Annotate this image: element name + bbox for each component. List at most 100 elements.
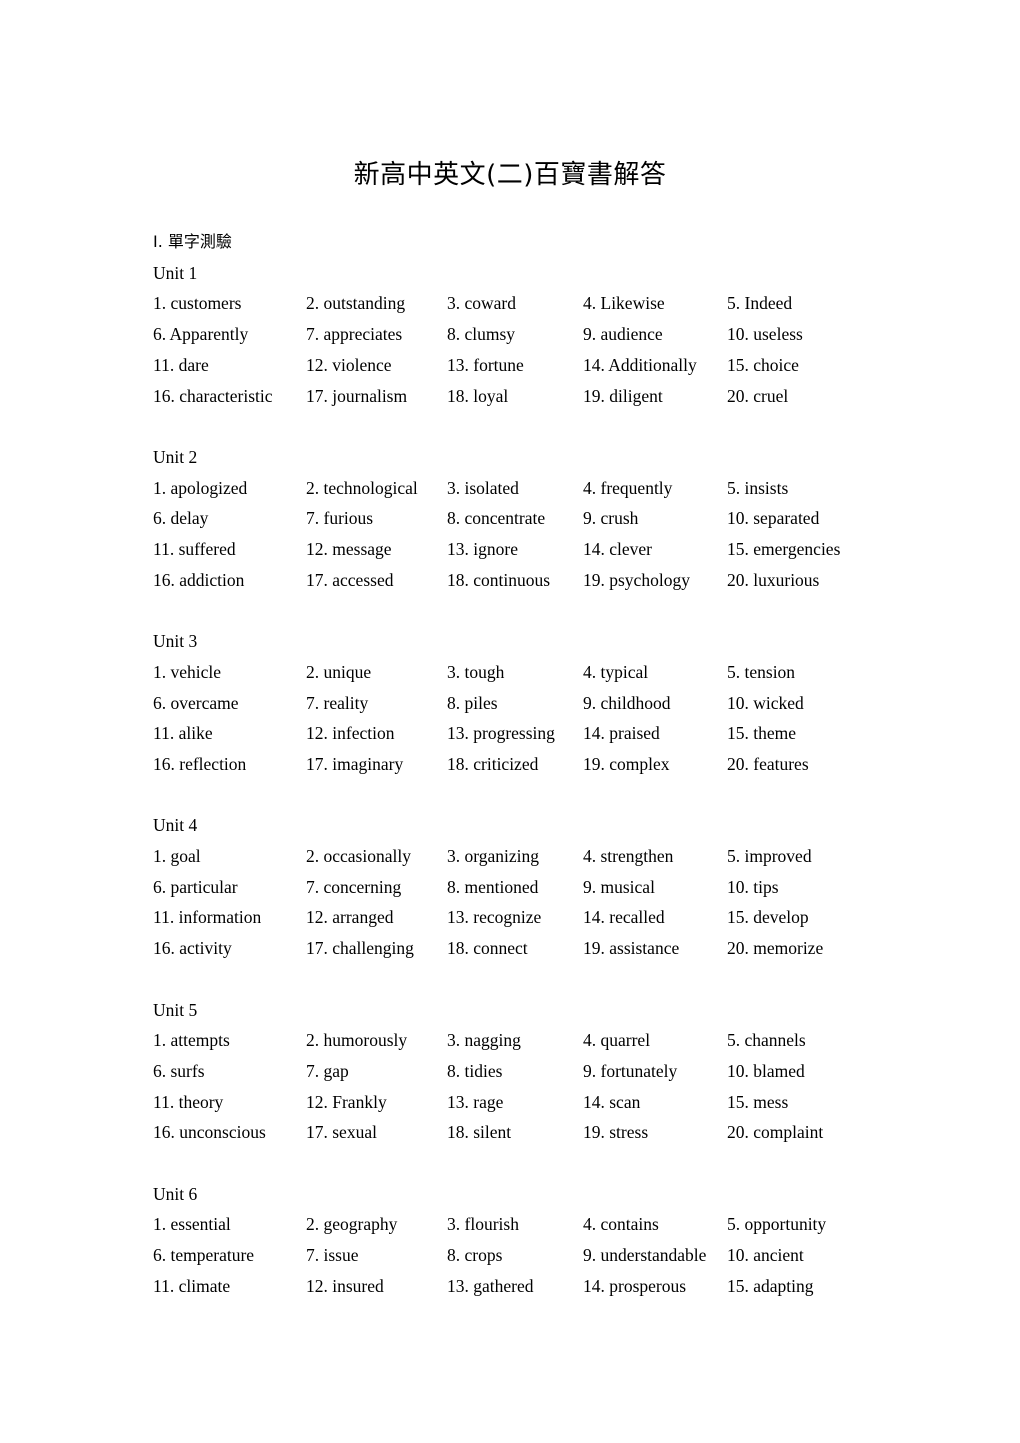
answer-item: 18. silent [447, 1122, 512, 1143]
answer-item: 4. contains [583, 1214, 659, 1235]
answer-row: 6. delay 7. furious 8. concentrate 9. crush… [153, 503, 953, 534]
answer-item: 2. outstanding [306, 293, 406, 314]
answer-item: 14. praised [583, 723, 660, 744]
answer-item: 2. geography [306, 1214, 398, 1235]
unit-spacer [153, 780, 953, 811]
answer-item: 8. clumsy [447, 324, 516, 345]
answer-item: 12. message [306, 539, 392, 560]
answer-item: 17. accessed [306, 569, 394, 590]
answer-item: 8. tidies [447, 1060, 503, 1081]
unit-title: Unit 5 [153, 999, 198, 1020]
answer-item: 3. organizing [447, 846, 540, 867]
answer-row: 6. particular 7. concerning 8. mentioned 9.… [153, 872, 953, 903]
answer-item: 4. quarrel [583, 1030, 651, 1051]
answer-item: 11. dare [153, 354, 209, 375]
answer-item: 15. develop [727, 907, 809, 928]
answer-item: 19. stress [583, 1122, 649, 1143]
answer-row: 1. apologized 2. technological 3. isolated… [153, 473, 953, 504]
answer-item: 7. issue [306, 1245, 359, 1266]
answer-item: 20. cruel [727, 385, 789, 406]
answer-item: 17. imaginary [306, 753, 404, 774]
answer-item: 2. occasionally [306, 846, 411, 867]
answer-row: 1. essential 2. geography 3. flourish 4. co… [153, 1209, 953, 1240]
answer-item: 6. delay [153, 508, 209, 529]
section-heading: I. 單字測驗 [153, 226, 953, 258]
answer-row: 16. unconscious 17. sexual 18. silent 19. s… [153, 1117, 953, 1148]
answer-item: 18. loyal [447, 385, 509, 406]
answer-item: 1. apologized [153, 477, 248, 498]
answer-item: 16. characteristic [153, 385, 273, 406]
answer-item: 1. customers [153, 293, 242, 314]
document-body: I. 單字測驗 Unit 1 1. customers 2. outstanding… [153, 226, 953, 1302]
answer-item: 13. progressing [447, 723, 555, 744]
answer-item: 8. mentioned [447, 876, 539, 897]
answer-row: 1. attempts 2. humorously 3. nagging 4. qua… [153, 1025, 953, 1056]
answer-item: 14. prosperous [583, 1275, 687, 1296]
answer-row: 1. customers 2. outstanding 3. coward 4. Li… [153, 288, 953, 319]
unit-spacer [153, 964, 953, 995]
unit-block: Unit 2 1. apologized 2. technological 3. is… [153, 442, 953, 596]
answer-item: 5. insists [727, 477, 789, 498]
answer-item: 4. Likewise [583, 293, 665, 314]
answer-item: 19. diligent [583, 385, 663, 406]
answer-item: 17. journalism [306, 385, 408, 406]
unit-spacer [153, 1148, 953, 1179]
answer-item: 9. audience [583, 324, 663, 345]
unit-block: Unit 3 1. vehicle 2. unique 3. tough 4. typi… [153, 626, 953, 780]
answer-row: 11. theory 12. Frankly 13. rage 14. scan 15.… [153, 1087, 953, 1118]
answer-item: 9. childhood [583, 692, 671, 713]
answer-item: 6. Apparently [153, 324, 249, 345]
answer-item: 3. coward [447, 293, 517, 314]
answer-item: 9. fortunately [583, 1060, 678, 1081]
answer-item: 4. frequently [583, 477, 673, 498]
answer-item: 10. useless [727, 324, 803, 345]
answer-item: 11. suffered [153, 539, 236, 560]
answer-row: 16. addiction 17. accessed 18. continuous 1… [153, 565, 953, 596]
answer-item: 8. concentrate [447, 508, 546, 529]
answer-item: 20. memorize [727, 938, 824, 959]
answer-item: 15. theme [727, 723, 797, 744]
answer-item: 12. insured [306, 1275, 384, 1296]
answer-item: 11. theory [153, 1091, 224, 1112]
answer-item: 2. technological [306, 477, 418, 498]
unit-title: Unit 3 [153, 631, 198, 652]
answer-item: 10. wicked [727, 692, 804, 713]
unit-spacer [153, 411, 953, 442]
answer-item: 11. climate [153, 1275, 231, 1296]
unit-spacer [153, 595, 953, 626]
answer-item: 16. unconscious [153, 1122, 266, 1143]
unit-block: Unit 4 1. goal 2. occasionally 3. organizin… [153, 810, 953, 964]
answer-row: 16. activity 17. challenging 18. connect 19… [153, 933, 953, 964]
answer-item: 3. tough [447, 661, 505, 682]
answer-item: 6. overcame [153, 692, 239, 713]
answer-item: 12. violence [306, 354, 392, 375]
answer-item: 3. nagging [447, 1030, 521, 1051]
answer-row: 11. information 12. arranged 13. recognize… [153, 902, 953, 933]
answer-item: 10. separated [727, 508, 820, 529]
unit-title: Unit 1 [153, 262, 198, 283]
answer-item: 12. Frankly [306, 1091, 387, 1112]
answer-item: 14. scan [583, 1091, 641, 1112]
answer-item: 10. ancient [727, 1245, 804, 1266]
answer-item: 3. isolated [447, 477, 519, 498]
unit-block: Unit 1 1. customers 2. outstanding 3. cowar… [153, 258, 953, 412]
page-title: 新高中英文(二)百寶書解答 [353, 160, 667, 190]
answer-row: 1. goal 2. occasionally 3. organizing 4. st… [153, 841, 953, 872]
answer-row: 16. characteristic 17. journalism 18. loya… [153, 381, 953, 412]
answer-row: 1. vehicle 2. unique 3. tough 4. typical 5. … [153, 657, 953, 688]
answer-item: 2. humorously [306, 1030, 408, 1051]
answer-item: 7. furious [306, 508, 374, 529]
answer-item: 9. crush [583, 508, 639, 529]
answer-item: 13. gathered [447, 1275, 534, 1296]
answer-row: 6. surfs 7. gap 8. tidies 9. fortunately 10.… [153, 1056, 953, 1087]
answer-row: 6. Apparently 7. appreciates 8. clumsy 9. a… [153, 319, 953, 350]
answer-item: 2. unique [306, 661, 372, 682]
unit-title: Unit 6 [153, 1183, 198, 1204]
answer-row: 11. climate 12. insured 13. gathered 14. pr… [153, 1271, 953, 1302]
answer-item: 16. reflection [153, 753, 247, 774]
answer-item: 9. understandable [583, 1245, 707, 1266]
answer-item: 20. complaint [727, 1122, 824, 1143]
units-container: Unit 1 1. customers 2. outstanding 3. cowar… [153, 258, 953, 1302]
answer-item: 19. psychology [583, 569, 690, 590]
answer-item: 18. connect [447, 938, 528, 959]
